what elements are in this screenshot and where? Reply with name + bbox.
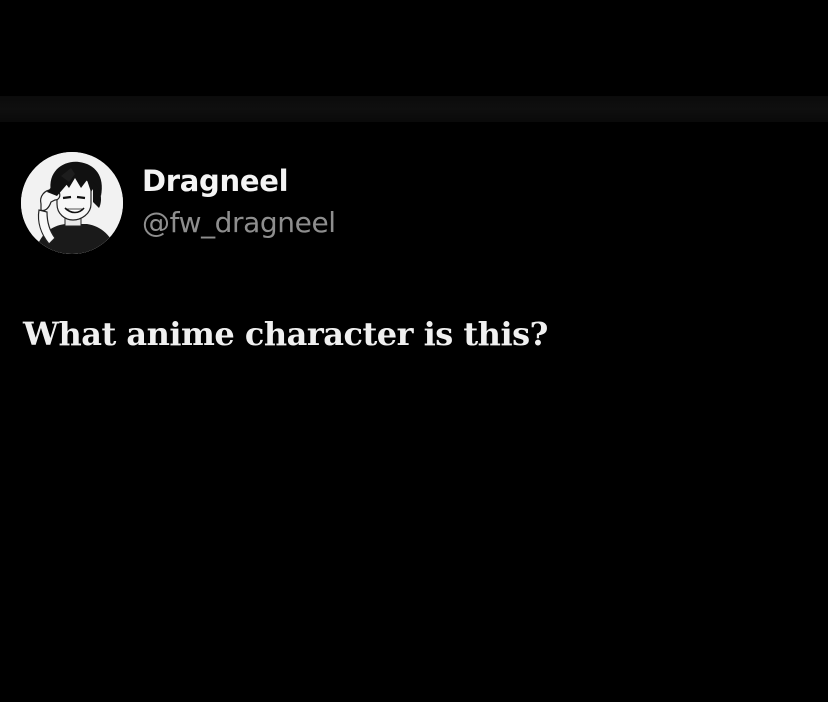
avatar[interactable] <box>21 152 123 254</box>
tweet-text: What anime character is this? <box>23 315 548 353</box>
author-display-name[interactable]: Dragneel <box>142 162 289 200</box>
top-bar <box>0 96 828 122</box>
author-handle[interactable]: @fw_dragneel <box>142 204 336 242</box>
anime-character-avatar-icon <box>21 152 123 254</box>
